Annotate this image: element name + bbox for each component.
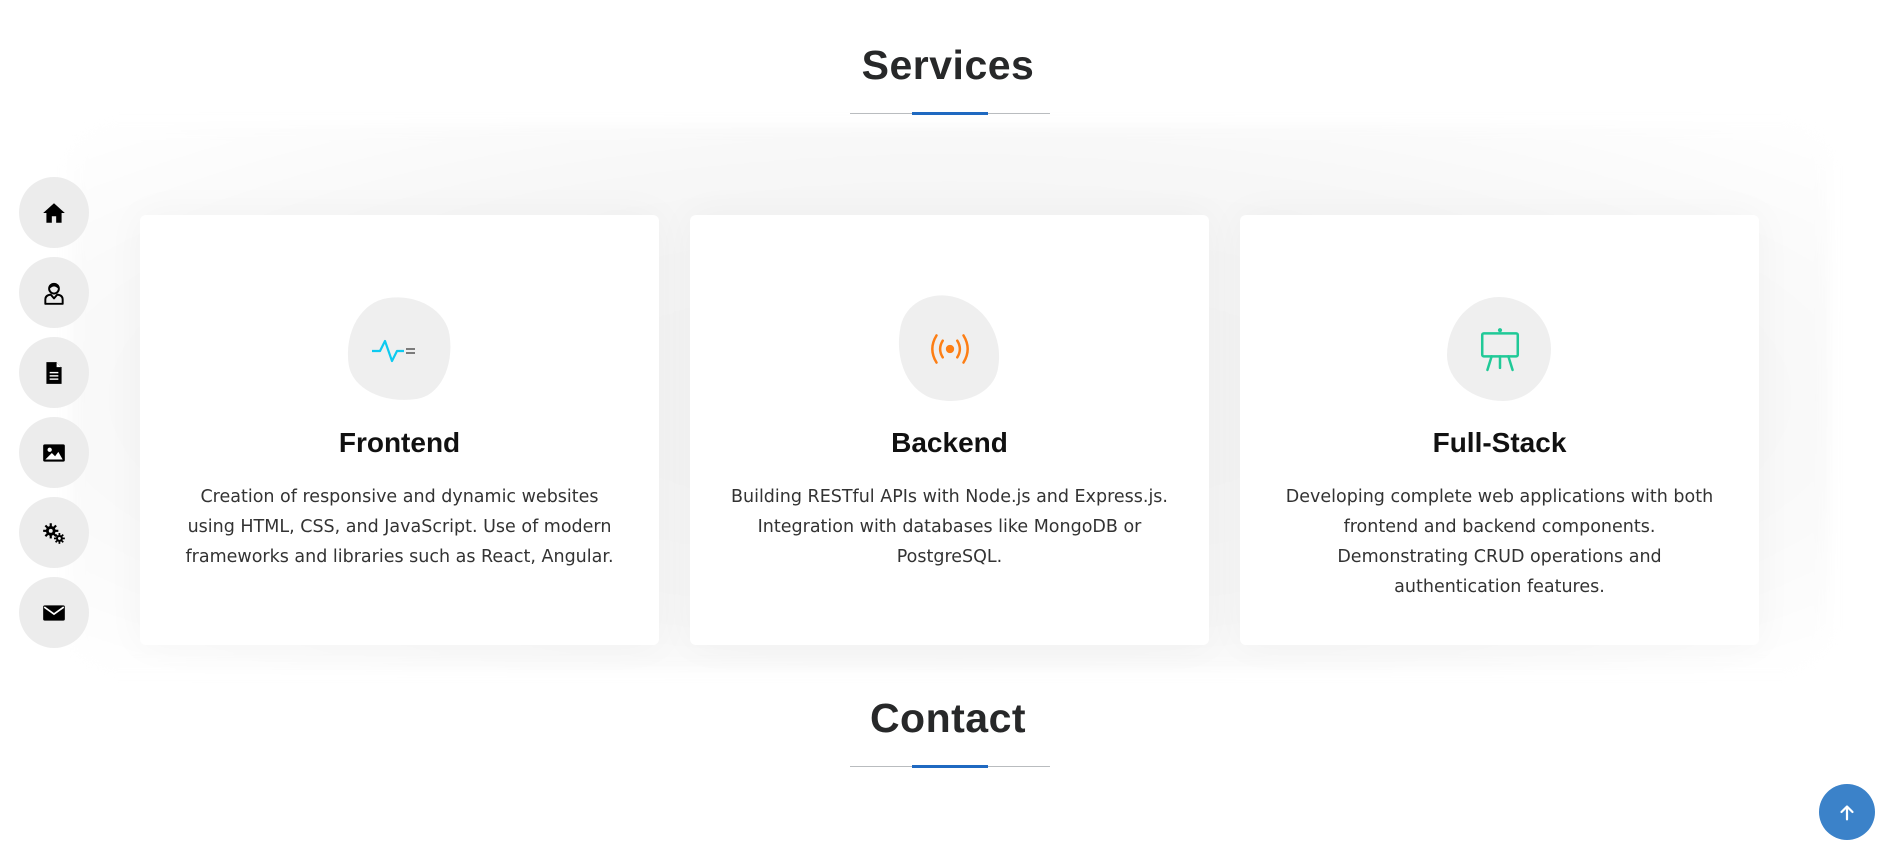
back-to-top-button[interactable] bbox=[1819, 784, 1875, 840]
document-icon bbox=[46, 361, 62, 384]
nav-portfolio-button[interactable] bbox=[19, 417, 89, 488]
contact-title-accent bbox=[912, 765, 988, 768]
nav-services-button[interactable] bbox=[19, 497, 89, 568]
services-title: Services bbox=[861, 42, 1035, 88]
service-card-frontend: Frontend Creation of responsive and dyna… bbox=[140, 215, 659, 645]
envelope-icon bbox=[43, 604, 65, 621]
service-card-title: Frontend bbox=[338, 427, 461, 458]
nav-resume-button[interactable] bbox=[19, 337, 89, 408]
home-icon bbox=[43, 202, 65, 223]
arrow-up-icon bbox=[1840, 805, 1854, 821]
service-card-description: Creation of responsive and dynamic websi… bbox=[185, 487, 614, 567]
activity-icon bbox=[364, 313, 436, 385]
nav-home-button[interactable] bbox=[19, 177, 89, 248]
nav-about-button[interactable] bbox=[19, 257, 89, 328]
service-card-fullstack: Full-Stack Developing complete web appli… bbox=[1240, 215, 1759, 645]
image-icon bbox=[43, 443, 65, 462]
broadcast-icon bbox=[914, 313, 986, 385]
contact-title-wrapper: Contact bbox=[0, 695, 1896, 742]
service-card-title: Full-Stack bbox=[1432, 427, 1567, 458]
services-title-accent bbox=[912, 112, 988, 115]
user-icon bbox=[44, 282, 64, 305]
services-title-wrapper: Services bbox=[0, 42, 1896, 89]
service-card-description: Developing complete web applications wit… bbox=[1285, 487, 1714, 597]
nav-contact-button[interactable] bbox=[19, 577, 89, 648]
side-navigation bbox=[19, 177, 89, 648]
contact-title: Contact bbox=[869, 695, 1027, 741]
service-card-description: Building RESTful APIs with Node.js and E… bbox=[730, 487, 1168, 567]
service-card-backend: Backend Building RESTful APIs with Node.… bbox=[690, 215, 1209, 645]
gears-icon bbox=[43, 522, 65, 544]
service-card-title: Backend bbox=[891, 427, 1008, 458]
easel-icon bbox=[1464, 313, 1536, 385]
